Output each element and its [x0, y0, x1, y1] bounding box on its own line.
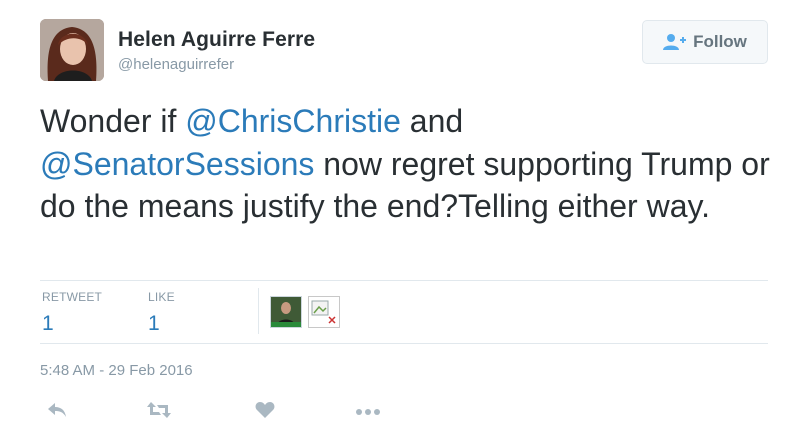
- retweet-count[interactable]: 1: [42, 312, 102, 336]
- user-handle[interactable]: @helenaguirrefer: [118, 56, 234, 73]
- tweet-text: Wonder if @ChrisChristie and @SenatorSes…: [40, 100, 780, 228]
- mention-link-senatorsessions[interactable]: @SenatorSessions: [40, 146, 314, 182]
- retweet-stat-label: RETWEET: [42, 290, 103, 304]
- tweet-text-part: Wonder if: [40, 103, 186, 139]
- more-options-button[interactable]: [355, 401, 381, 423]
- retweet-stat[interactable]: RETWEET 1: [42, 290, 102, 336]
- tweet-timestamp[interactable]: 5:48 AM - 29 Feb 2016: [40, 362, 193, 379]
- stat-separator: [258, 288, 259, 334]
- broken-image-icon[interactable]: [308, 296, 340, 328]
- follow-button[interactable]: Follow: [642, 20, 768, 64]
- reply-button[interactable]: [44, 401, 70, 423]
- liker-avatar[interactable]: [270, 296, 302, 328]
- follow-button-label: Follow: [693, 32, 747, 51]
- profile-avatar[interactable]: [40, 19, 104, 81]
- reply-icon: [46, 401, 68, 424]
- like-button[interactable]: [252, 401, 278, 423]
- divider: [40, 280, 768, 281]
- like-stat[interactable]: LIKE 1: [148, 290, 175, 336]
- tweet-text-part: and: [400, 103, 464, 139]
- retweet-button[interactable]: [146, 401, 172, 423]
- like-stat-label: LIKE: [148, 290, 175, 304]
- user-display-name[interactable]: Helen Aguirre Ferre: [118, 28, 315, 52]
- mention-link-chrischristie[interactable]: @ChrisChristie: [185, 103, 401, 139]
- divider: [40, 343, 768, 344]
- retweet-icon: [146, 401, 172, 424]
- follow-person-plus-icon: [663, 33, 687, 51]
- like-count[interactable]: 1: [148, 312, 175, 336]
- heart-icon: [255, 401, 275, 424]
- more-dots-icon: [356, 403, 380, 421]
